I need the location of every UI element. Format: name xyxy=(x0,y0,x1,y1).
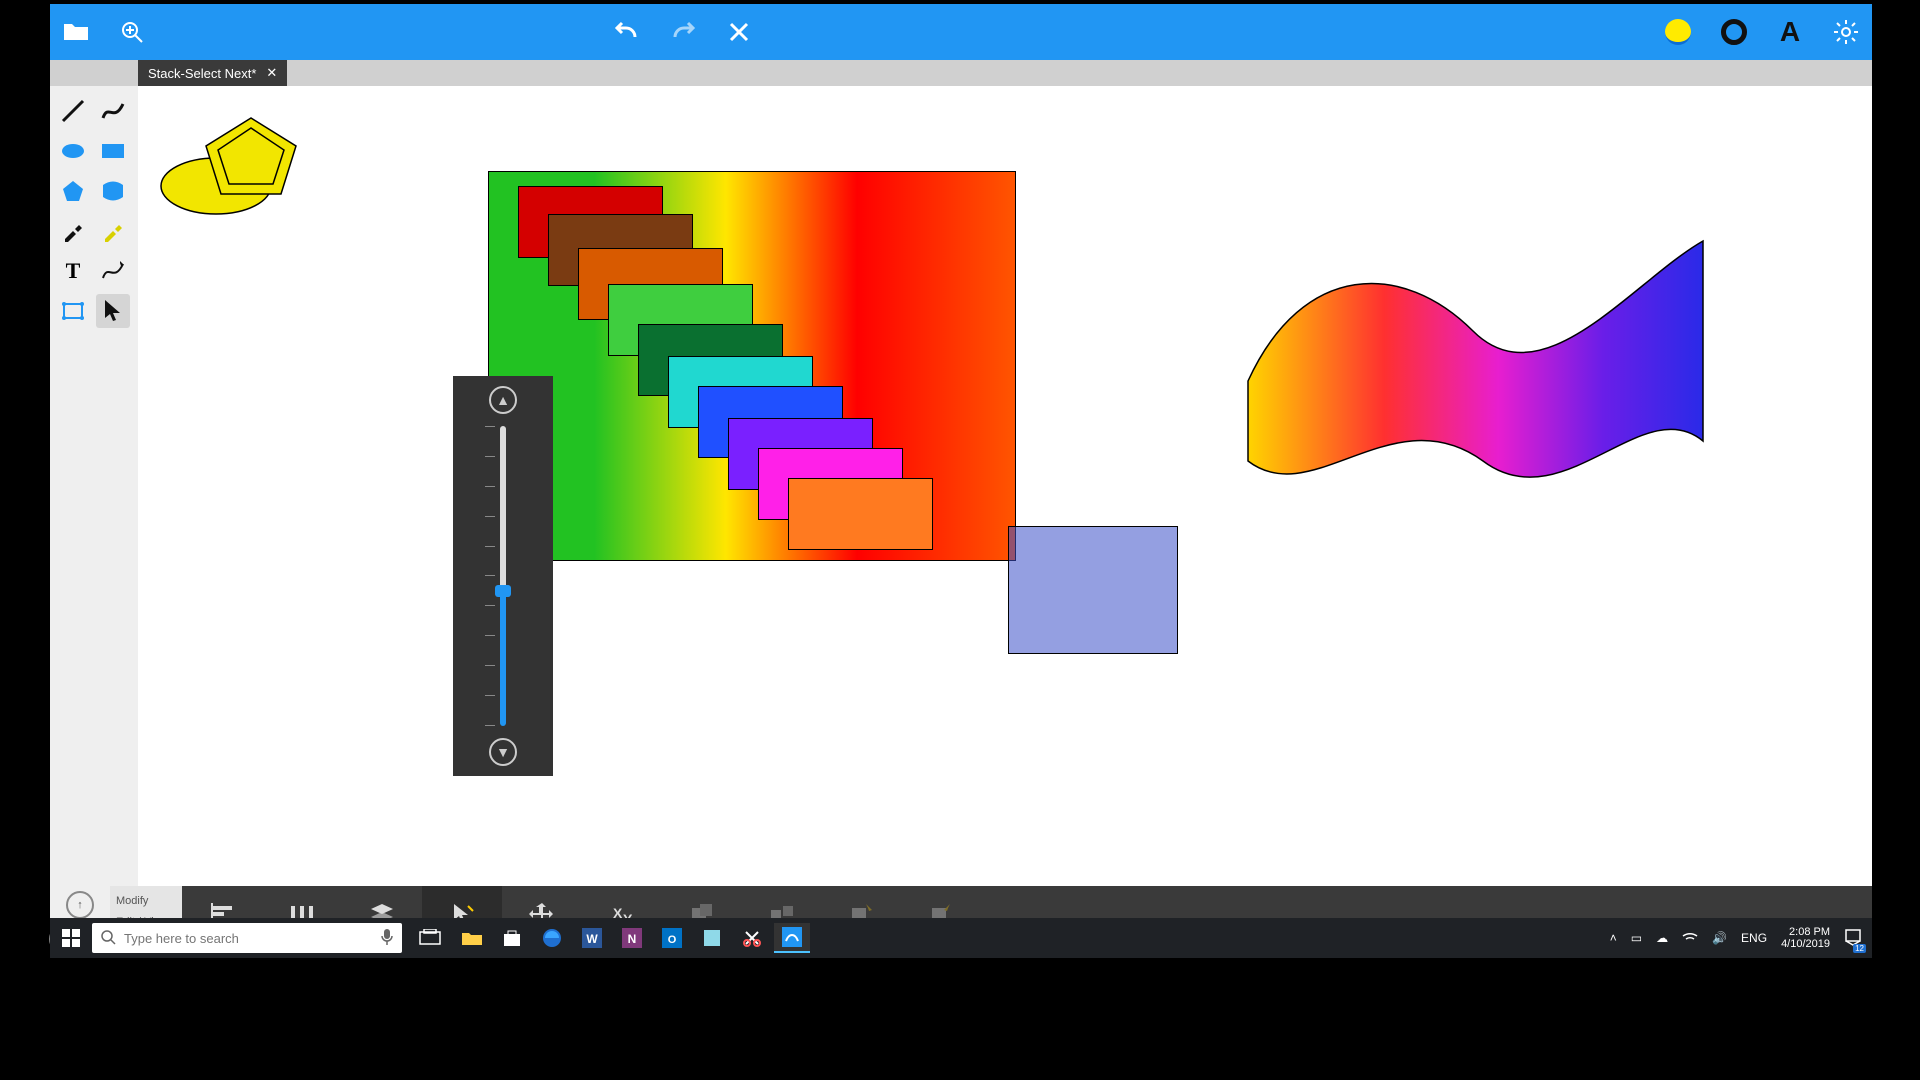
ribbon-section-modify[interactable]: Modify xyxy=(116,895,176,907)
text-tool[interactable]: T xyxy=(56,254,90,288)
ellipse-tool[interactable] xyxy=(56,134,90,168)
redo-icon[interactable] xyxy=(667,16,699,48)
document-tab-bar: Stack-Select Next* ✕ xyxy=(50,60,1872,86)
path-edit-tool[interactable] xyxy=(96,254,130,288)
fill-color-swatch[interactable] xyxy=(1662,16,1694,48)
tray-notifications-icon[interactable]: 12 xyxy=(1844,928,1862,949)
stack-slider-ticks xyxy=(485,426,521,726)
zoom-icon[interactable] xyxy=(116,16,148,48)
svg-text:O: O xyxy=(668,934,677,946)
main-area: T xyxy=(50,86,1872,886)
settings-icon[interactable] xyxy=(1830,16,1862,48)
top-toolbar: A xyxy=(50,4,1872,60)
drawing-canvas[interactable]: ▲ ▼ xyxy=(138,86,1872,886)
taskbar-app-sticky-notes[interactable] xyxy=(694,923,730,953)
highlighter-tool[interactable] xyxy=(96,214,130,248)
tab-title: Stack-Select Next* xyxy=(148,66,256,81)
node-select-tool[interactable] xyxy=(56,294,90,328)
taskbar-app-snip[interactable] xyxy=(734,923,770,953)
app-window: A Stack-Select Next* ✕ T xyxy=(50,4,1872,958)
line-tool[interactable] xyxy=(56,94,90,128)
taskbar-app-store[interactable] xyxy=(494,923,530,953)
taskbar-app-file-explorer[interactable] xyxy=(454,923,490,953)
svg-text:W: W xyxy=(586,932,598,946)
tab-close-icon[interactable]: ✕ xyxy=(266,65,277,81)
windows-taskbar: W N O ˄ ▭ ☁ 🔊 ENG 2:08 PM 4/10/2019 12 xyxy=(50,918,1872,958)
folder-icon[interactable] xyxy=(60,16,92,48)
taskbar-apps: W N O xyxy=(454,923,810,953)
stack-up-button[interactable]: ▲ xyxy=(489,386,517,414)
delete-icon[interactable] xyxy=(723,16,755,48)
tray-battery-icon[interactable]: ▭ xyxy=(1631,931,1642,945)
search-icon xyxy=(100,929,116,948)
tool-palette: T xyxy=(50,86,138,886)
pointer-tool[interactable] xyxy=(96,294,130,328)
stack-down-button[interactable]: ▼ xyxy=(489,738,517,766)
task-view-icon[interactable] xyxy=(412,923,448,953)
rectangle-tool[interactable] xyxy=(96,134,130,168)
system-tray: ˄ ▭ ☁ 🔊 ENG 2:08 PM 4/10/2019 12 xyxy=(1610,926,1862,950)
taskbar-search[interactable] xyxy=(92,923,402,953)
taskbar-app-onenote[interactable]: N xyxy=(614,923,650,953)
canvas-wave-shape[interactable] xyxy=(1243,221,1713,521)
start-button[interactable] xyxy=(56,923,86,953)
canvas-floating-rectangle[interactable] xyxy=(1008,526,1178,654)
tray-date: 4/10/2019 xyxy=(1781,938,1830,950)
tray-onedrive-icon[interactable]: ☁ xyxy=(1656,931,1668,945)
tray-wifi-icon[interactable] xyxy=(1682,930,1698,947)
canvas-shape-yellow-group[interactable] xyxy=(156,106,316,226)
eyedropper-tool[interactable] xyxy=(56,214,90,248)
text-style-icon[interactable]: A xyxy=(1774,16,1806,48)
polygon-tool[interactable] xyxy=(56,174,90,208)
freehand-tool[interactable] xyxy=(96,94,130,128)
undo-icon[interactable] xyxy=(611,16,643,48)
document-tab[interactable]: Stack-Select Next* ✕ xyxy=(138,60,287,86)
mic-icon[interactable] xyxy=(380,928,394,949)
tray-chevron-icon[interactable]: ˄ xyxy=(1610,931,1617,945)
ribbon-collapse-button[interactable]: ↑ xyxy=(66,891,94,919)
tray-language[interactable]: ENG xyxy=(1741,931,1767,945)
tray-time: 2:08 PM xyxy=(1781,926,1830,938)
taskbar-app-drawing[interactable] xyxy=(774,923,810,953)
tray-volume-icon[interactable]: 🔊 xyxy=(1712,931,1727,945)
stack-slider-panel: ▲ ▼ xyxy=(453,376,553,776)
taskbar-app-outlook[interactable]: O xyxy=(654,923,690,953)
warp-tool[interactable] xyxy=(96,174,130,208)
canvas-stack-rect-9[interactable] xyxy=(788,478,933,550)
tray-clock[interactable]: 2:08 PM 4/10/2019 xyxy=(1781,926,1830,950)
taskbar-app-edge[interactable] xyxy=(534,923,570,953)
taskbar-search-input[interactable] xyxy=(124,931,372,946)
taskbar-app-word[interactable]: W xyxy=(574,923,610,953)
svg-text:N: N xyxy=(628,932,637,946)
stroke-color-swatch[interactable] xyxy=(1718,16,1750,48)
